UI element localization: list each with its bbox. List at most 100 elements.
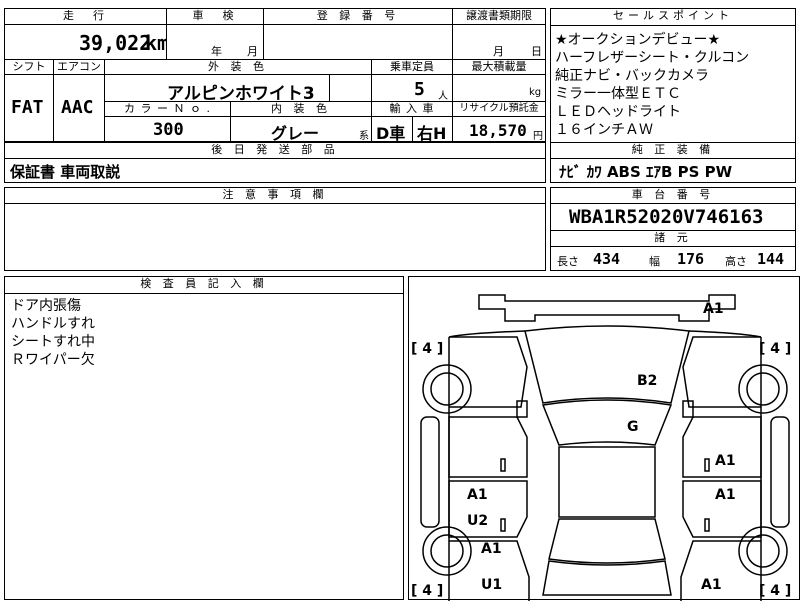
car-diagram-box: [ 4 ] [ 4 ] [ 4 ] [ 4 ] A1 B2 G A1 A1 A1… bbox=[408, 276, 800, 601]
equipment-value: ﾅﾋﾞ ｶﾜ ABS ｴｱB PS PW bbox=[559, 163, 733, 181]
auction-sheet-top: 走 行 車 検 登 録 番 号 譲渡書類期限 39,022 km 年 月 月 日… bbox=[4, 8, 546, 143]
exterior-color-header: 外 装 色 bbox=[104, 59, 372, 75]
spec-length-label: 長さ bbox=[557, 255, 579, 268]
inspection-header: 車 検 bbox=[166, 8, 264, 25]
chassis-value: WBA1R52020V746163 bbox=[569, 206, 764, 228]
deadline-header: 譲渡書類期限 bbox=[452, 8, 546, 25]
capacity-value: 5 bbox=[414, 79, 425, 100]
sales-point-line: ハーフレザーシート・クルコン bbox=[555, 50, 750, 66]
damage-front-bumper: A1 bbox=[703, 301, 724, 317]
damage-roof: G bbox=[627, 419, 639, 435]
interior-color-suffix: 系 bbox=[359, 131, 369, 142]
max-load-header: 最大積載量 bbox=[452, 59, 546, 75]
damage-right-rear-door: A1 bbox=[715, 487, 736, 503]
chassis-box: 車 台 番 号 WBA1R52020V746163 bbox=[550, 187, 796, 231]
rear-right-tire bbox=[738, 526, 788, 576]
spec-length-value: 434 bbox=[593, 250, 621, 268]
damage-left-rear-fender: A1 bbox=[481, 541, 502, 557]
equipment-header: 純 正 装 備 bbox=[551, 143, 795, 159]
recycle-cell: 18,570 円 bbox=[452, 116, 546, 142]
import-type-cell: D車 bbox=[371, 116, 413, 142]
recycle-header: リサイクル預託金 bbox=[452, 101, 546, 117]
right-rear-handle bbox=[704, 518, 710, 532]
car-diagram bbox=[420, 294, 790, 601]
color-no-header: カ ラ ー Ｎ ｏ . bbox=[104, 101, 231, 117]
mileage-header: 走 行 bbox=[4, 8, 167, 25]
sales-point-line: ★オークションデビュー★ bbox=[555, 32, 721, 48]
spec-width-value: 176 bbox=[677, 250, 705, 268]
front-left-tire-inner bbox=[430, 372, 464, 406]
damage-rear-right: A1 bbox=[701, 577, 722, 593]
max-load-cell: kg bbox=[452, 74, 546, 102]
inspection-cell: 年 月 bbox=[166, 24, 264, 60]
windshield-shape bbox=[541, 399, 673, 446]
left-front-door-shape bbox=[448, 416, 528, 478]
exterior-color-cell: アルピンホワイト3 bbox=[104, 74, 330, 102]
handle-cell: 右H bbox=[412, 116, 453, 142]
inspector-note: Ｒワイパー欠 bbox=[11, 352, 95, 368]
damage-right-front-door: A1 bbox=[715, 453, 736, 469]
recycle-value: 18,570 bbox=[469, 121, 527, 140]
spec-height-value: 144 bbox=[757, 250, 785, 268]
tire-label-rear-left: [ 4 ] bbox=[411, 583, 444, 599]
exterior-color-value: アルピンホワイト3 bbox=[167, 84, 315, 102]
import-type-value: D車 bbox=[376, 124, 406, 142]
mileage-unit: km bbox=[145, 31, 167, 55]
mileage-value: 39,022 bbox=[79, 31, 152, 55]
spec-width-label: 幅 bbox=[649, 255, 660, 268]
notes-header: 注 意 事 項 欄 bbox=[5, 188, 545, 204]
later-parts-value: 保証書 車両取説 bbox=[10, 163, 121, 181]
color-no-cell: 300 bbox=[104, 116, 231, 142]
damage-left-rear-door-u: U2 bbox=[467, 513, 489, 529]
inspector-header: 検 査 員 記 入 欄 bbox=[5, 277, 403, 294]
front-left-tire bbox=[422, 364, 472, 414]
sales-point-line: 純正ナビ・バックカメラ bbox=[555, 68, 709, 84]
registration-header: 登 録 番 号 bbox=[263, 8, 453, 25]
aircon-header: エアコン bbox=[53, 59, 105, 75]
tire-label-front-right: [ 4 ] bbox=[759, 341, 792, 357]
tire-label-front-left: [ 4 ] bbox=[411, 341, 444, 357]
specs-box: 諸 元 長さ 434 幅 176 高さ 144 bbox=[550, 230, 796, 271]
tire-label-rear-right: [ 4 ] bbox=[759, 583, 792, 599]
roof-shape bbox=[558, 446, 656, 518]
aircon-cell: AAC bbox=[53, 74, 105, 142]
inspection-year: 年 bbox=[211, 45, 222, 58]
capacity-cell: 5 人 bbox=[371, 74, 453, 102]
inspection-month: 月 bbox=[247, 45, 258, 58]
shift-value: FAT bbox=[11, 97, 44, 118]
sales-point-line: ＬＥＤヘッドライト bbox=[555, 104, 681, 120]
front-right-tire-inner bbox=[746, 372, 780, 406]
specs-header: 諸 元 bbox=[551, 231, 795, 247]
max-load-unit: kg bbox=[529, 87, 542, 98]
deadline-day: 日 bbox=[531, 45, 542, 58]
shift-header: シフト bbox=[4, 59, 54, 75]
interior-color-cell: グレー 系 bbox=[230, 116, 372, 142]
front-right-tire bbox=[738, 364, 788, 414]
front-bumper-shape bbox=[478, 294, 736, 322]
exterior-color-sub-cell bbox=[329, 74, 372, 102]
sales-point-line: １６インチＡＷ bbox=[555, 122, 653, 138]
registration-cell bbox=[263, 24, 453, 60]
left-front-handle bbox=[500, 458, 506, 472]
import-header: 輸 入 車 bbox=[371, 101, 453, 117]
later-parts-header: 後 日 発 送 部 品 bbox=[5, 143, 545, 159]
mileage-cell: 39,022 km bbox=[4, 24, 167, 60]
equipment-box: 純 正 装 備 ﾅﾋﾞ ｶﾜ ABS ｴｱB PS PW bbox=[550, 142, 796, 183]
deadline-month: 月 bbox=[493, 45, 504, 58]
inspector-note: シートすれ中 bbox=[11, 334, 95, 350]
rear-left-tire bbox=[422, 526, 472, 576]
interior-color-header: 内 装 色 bbox=[230, 101, 372, 117]
sales-point-line: ミラー一体型ＥＴＣ bbox=[555, 86, 681, 102]
sales-points-header: セールスポイント bbox=[551, 9, 795, 26]
aircon-value: AAC bbox=[61, 97, 94, 118]
inspector-box: 検 査 員 記 入 欄 ドア内張傷 ハンドルすれ シートすれ中 Ｒワイパー欠 bbox=[4, 276, 404, 600]
handle-value: 右H bbox=[417, 124, 447, 142]
damage-bonnet: B2 bbox=[637, 373, 658, 389]
sales-points-box: セールスポイント ★オークションデビュー★ ハーフレザーシート・クルコン 純正ナ… bbox=[550, 8, 796, 143]
inspector-note: ハンドルすれ bbox=[11, 316, 95, 332]
left-sill bbox=[420, 416, 440, 528]
shift-cell: FAT bbox=[4, 74, 54, 142]
trunk-shape bbox=[542, 560, 672, 596]
damage-left-rear-door-a: A1 bbox=[467, 487, 488, 503]
recycle-unit: 円 bbox=[533, 131, 543, 142]
